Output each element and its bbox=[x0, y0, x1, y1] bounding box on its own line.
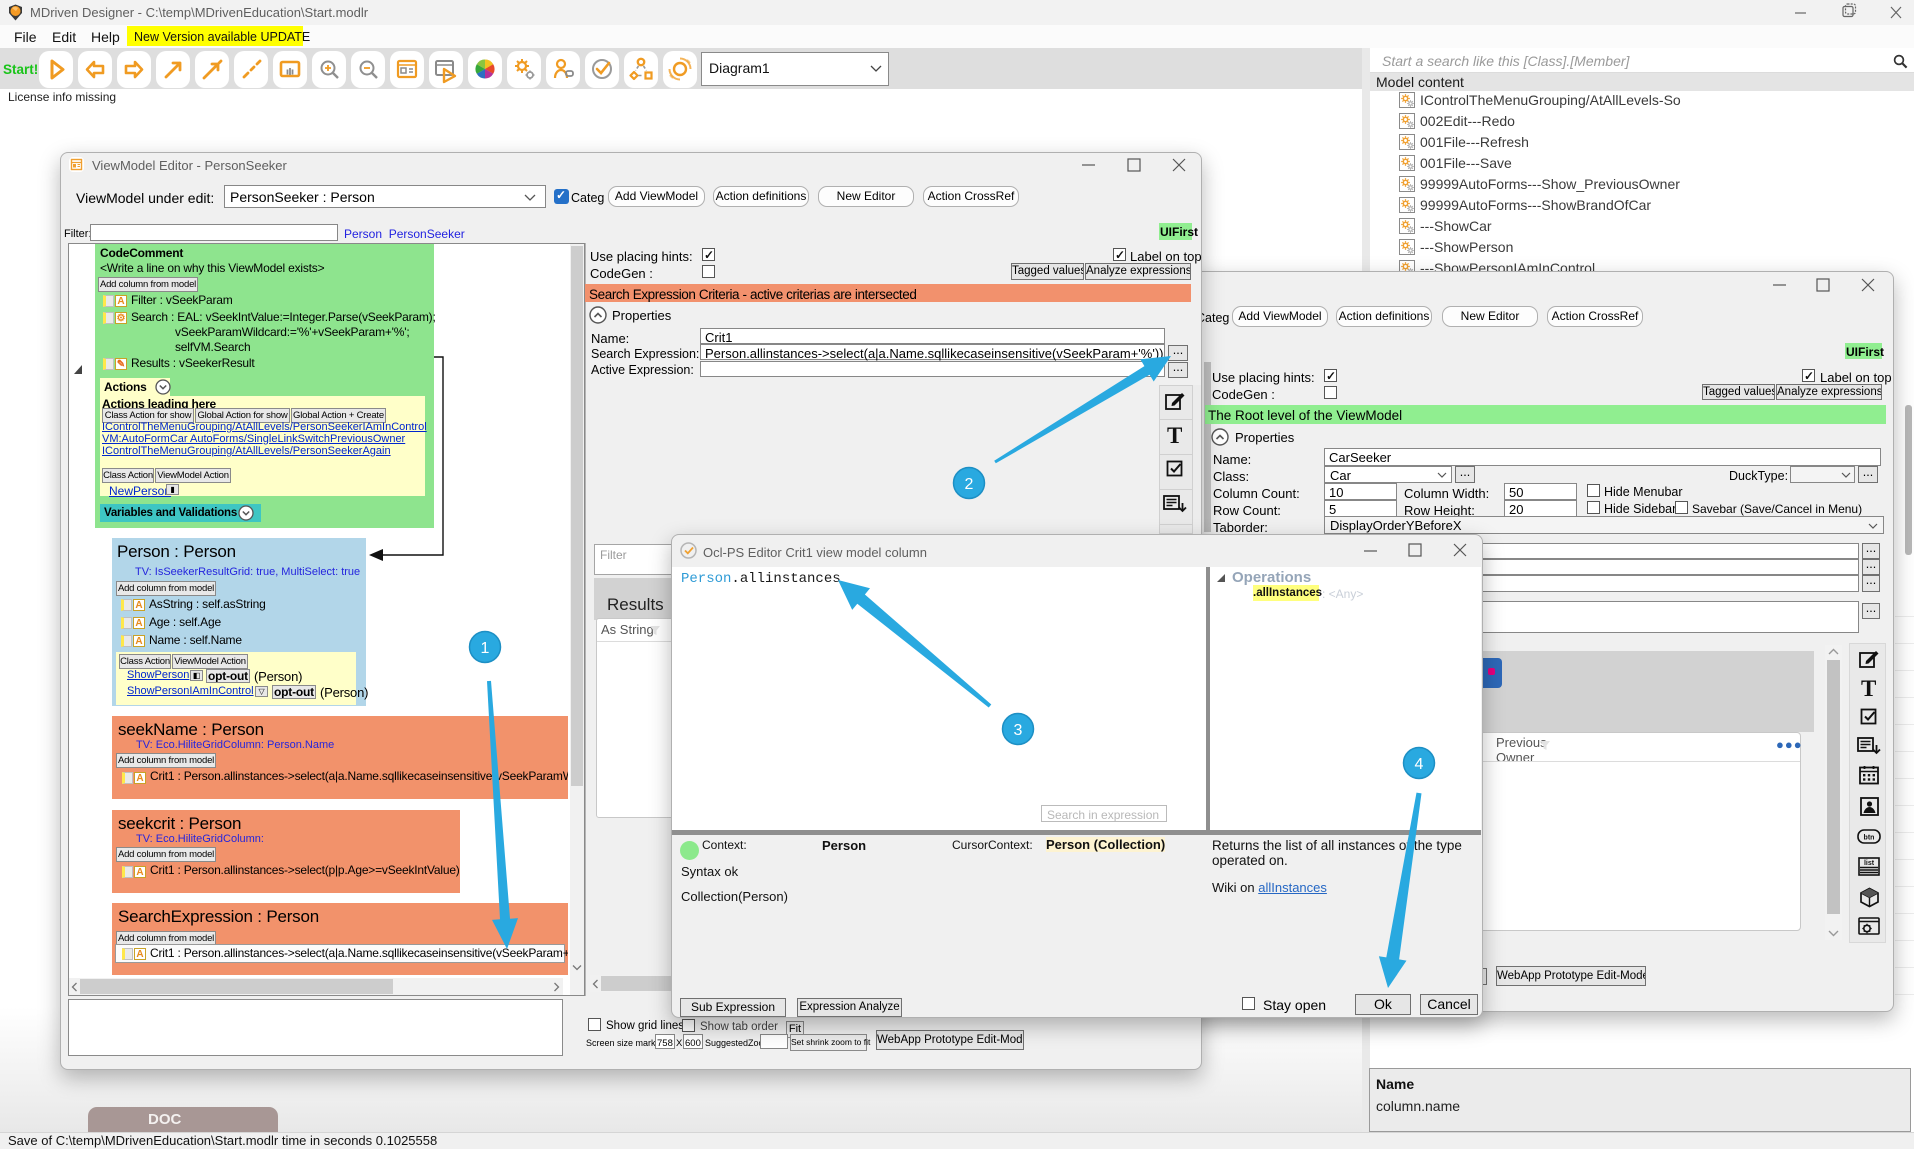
svg-text:4: 4 bbox=[1415, 756, 1424, 773]
svg-text:1: 1 bbox=[481, 640, 490, 657]
svg-text:2: 2 bbox=[965, 476, 974, 493]
svg-text:3: 3 bbox=[1014, 722, 1023, 739]
